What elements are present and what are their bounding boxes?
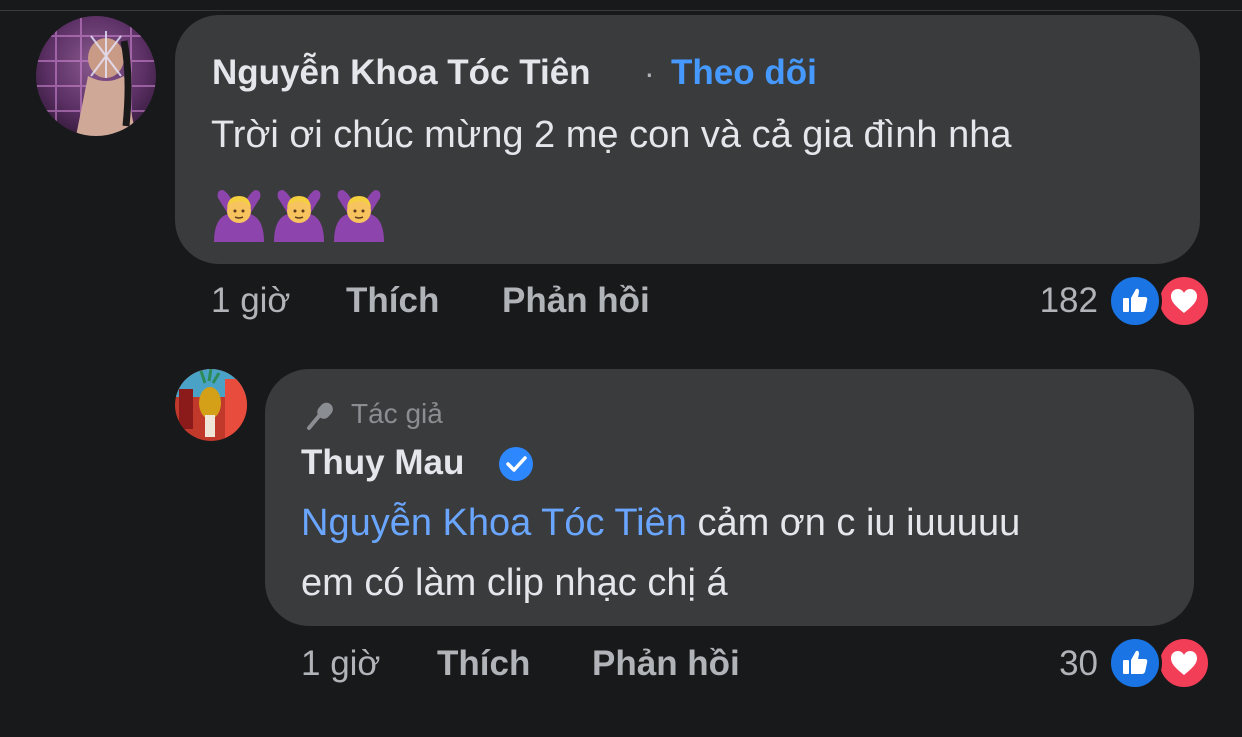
reply-text-line-1: Nguyễn Khoa Tóc Tiên cảm ơn c iu iuuuuu: [301, 502, 1020, 545]
comment-text: Trời ơi chúc mừng 2 mẹ con và cả gia đìn…: [211, 114, 1012, 156]
comment-time[interactable]: 1 giờ: [211, 281, 290, 321]
microphone-icon: [307, 402, 333, 430]
reply-text-line-2: em có làm clip nhạc chị á: [301, 562, 728, 604]
reply-reply-button[interactable]: Phản hồi: [592, 644, 740, 684]
author-name[interactable]: Thuy Mau: [301, 443, 464, 483]
follow-link[interactable]: Theo dõi: [671, 53, 817, 93]
top-divider: [0, 10, 1242, 11]
author-avatar[interactable]: [175, 369, 247, 441]
reply-button[interactable]: Phản hồi: [502, 281, 650, 321]
author-badge-label: Tác giả: [351, 398, 443, 429]
woman-gesturing-ok-emoji: [334, 190, 384, 242]
mention-link[interactable]: Nguyễn Khoa Tóc Tiên: [301, 502, 687, 544]
like-button[interactable]: Thích: [346, 281, 439, 321]
reply-reaction-count[interactable]: 30: [1010, 644, 1098, 684]
love-icon[interactable]: [1157, 274, 1211, 328]
verified-badge-icon: [499, 447, 533, 481]
reply-text-part: cảm ơn c iu iuuuuu: [686, 502, 1021, 544]
love-icon[interactable]: [1157, 636, 1211, 690]
commenter-name[interactable]: Nguyễn Khoa Tóc Tiên: [212, 53, 591, 93]
reaction-count[interactable]: 182: [1010, 281, 1098, 321]
like-icon[interactable]: [1108, 274, 1162, 328]
woman-gesturing-ok-emoji: [214, 190, 264, 242]
woman-gesturing-ok-emoji: [274, 190, 324, 242]
commenter-avatar[interactable]: [36, 16, 156, 136]
reply-time[interactable]: 1 giờ: [301, 644, 380, 684]
like-icon[interactable]: [1108, 636, 1162, 690]
reply-like-button[interactable]: Thích: [437, 644, 530, 684]
name-separator: ·: [644, 55, 655, 91]
